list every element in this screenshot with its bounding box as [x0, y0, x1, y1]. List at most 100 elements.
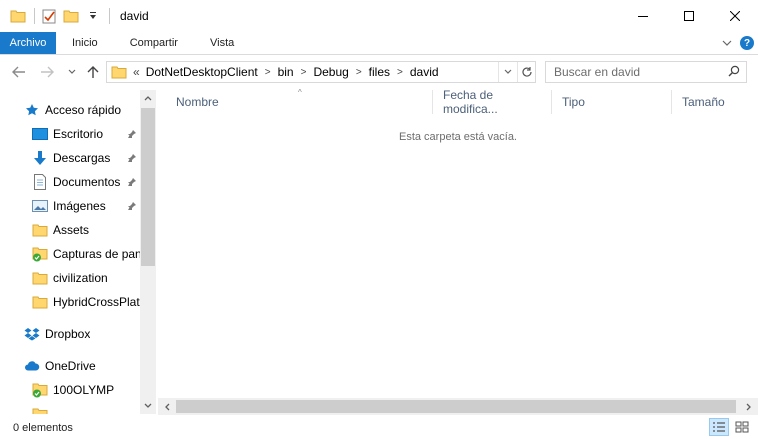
quick-access-toolbar: david — [0, 0, 149, 32]
synced-folder-icon — [32, 246, 48, 262]
nav-item-quick-access[interactable]: Acceso rápido — [0, 98, 140, 122]
scroll-right-icon[interactable] — [740, 398, 758, 415]
nav-item-label: HybridCrossPlat — [53, 295, 140, 309]
breadcrumb-item[interactable]: files — [369, 65, 390, 79]
close-button[interactable] — [712, 0, 758, 32]
close-icon — [730, 11, 740, 21]
dropbox-icon — [24, 326, 40, 342]
breadcrumb-overflow[interactable]: « — [133, 65, 140, 79]
folder-icon — [32, 270, 48, 286]
address-row: « DotNetDesktopClient > bin > Debug > fi… — [0, 56, 758, 88]
tab-inicio[interactable]: Inicio — [56, 32, 114, 54]
tab-archivo[interactable]: Archivo — [0, 32, 56, 54]
column-header-fecha[interactable]: Fecha de modifica... — [433, 88, 552, 116]
nav-item-label: Imágenes — [53, 199, 106, 213]
refresh-button[interactable] — [517, 62, 535, 82]
breadcrumb-item[interactable]: david — [410, 65, 439, 79]
column-header-tamano[interactable]: Tamaño — [672, 90, 752, 114]
nav-item-hybridcrossplat[interactable]: HybridCrossPlat — [0, 290, 140, 314]
forward-button[interactable] — [36, 61, 58, 83]
nav-item-label: OneDrive — [45, 359, 96, 373]
scroll-left-icon[interactable] — [158, 398, 176, 415]
maximize-icon — [684, 11, 694, 21]
search-box[interactable]: Buscar en david — [545, 61, 747, 83]
up-button[interactable] — [82, 61, 104, 83]
scroll-down-icon[interactable] — [140, 398, 156, 414]
title-bar: david — [0, 0, 758, 32]
chevron-right-icon[interactable]: > — [356, 67, 362, 78]
details-view-icon — [713, 422, 725, 432]
item-count: 0 elementos — [13, 421, 73, 434]
column-header-nombre[interactable]: Nombre — [166, 90, 433, 114]
tab-vista[interactable]: Vista — [194, 32, 250, 54]
status-bar: 0 elementos — [0, 416, 758, 439]
minimize-icon — [638, 16, 648, 17]
properties-icon[interactable] — [39, 6, 59, 26]
nav-item-label: Escritorio — [53, 127, 104, 141]
back-arrow-icon — [12, 66, 25, 78]
nav-item-label: Assets — [53, 223, 90, 237]
nav-item-capturas[interactable]: Capturas de pan — [0, 242, 140, 266]
search-icon[interactable] — [728, 65, 740, 80]
folder-icon — [32, 406, 48, 414]
folder-icon — [111, 65, 127, 79]
desktop-icon — [32, 126, 48, 142]
help-icon[interactable]: ? — [740, 36, 754, 50]
expand-ribbon-icon[interactable] — [722, 36, 732, 50]
pin-icon[interactable] — [127, 152, 137, 166]
details-view-button[interactable] — [709, 418, 729, 436]
ribbon-tabs: Archivo Inicio Compartir Vista ? — [0, 32, 758, 55]
cloud-icon — [24, 358, 40, 374]
nav-item-civilization[interactable]: civilization — [0, 266, 140, 290]
address-bar[interactable]: « DotNetDesktopClient > bin > Debug > fi… — [106, 61, 536, 83]
large-icons-view-icon — [735, 421, 749, 433]
pin-icon[interactable] — [127, 128, 137, 142]
breadcrumb-item[interactable]: DotNetDesktopClient — [146, 65, 258, 79]
nav-item-assets[interactable]: Assets — [0, 218, 140, 242]
nav-item-descargas[interactable]: Descargas — [0, 146, 140, 170]
pin-icon[interactable] — [127, 200, 137, 214]
scroll-up-icon[interactable] — [140, 90, 156, 106]
large-icons-view-button[interactable] — [732, 418, 752, 436]
tab-compartir[interactable]: Compartir — [114, 32, 194, 54]
nav-item-onedrive[interactable]: OneDrive — [0, 354, 140, 378]
refresh-icon — [521, 67, 532, 77]
nav-item-dropbox[interactable]: Dropbox — [0, 322, 140, 346]
nav-item-label: 100OLYMP — [53, 383, 115, 397]
back-button[interactable] — [8, 61, 30, 83]
minimize-button[interactable] — [620, 0, 666, 32]
nav-item-partial-folder[interactable] — [0, 402, 140, 414]
scrollbar-thumb[interactable] — [141, 108, 155, 266]
column-header-tipo[interactable]: Tipo — [552, 90, 672, 114]
nav-item-label: Documentos — [53, 175, 121, 189]
breadcrumb-item[interactable]: bin — [278, 65, 294, 79]
horizontal-scrollbar[interactable] — [158, 398, 758, 415]
scrollbar-thumb[interactable] — [176, 400, 736, 413]
file-list[interactable]: ^ Nombre Fecha de modifica... Tipo Tamañ… — [158, 88, 758, 415]
maximize-button[interactable] — [666, 0, 712, 32]
pin-icon[interactable] — [127, 176, 137, 190]
address-dropdown-button[interactable] — [499, 62, 517, 82]
window-controls — [620, 0, 758, 32]
synced-folder-icon — [32, 382, 48, 398]
nav-scrollbar[interactable] — [140, 90, 156, 414]
nav-item-100olymp[interactable]: 100OLYMP — [0, 378, 140, 402]
folder-icon — [32, 222, 48, 238]
chevron-right-icon[interactable]: > — [301, 67, 307, 78]
customize-toolbar-dropdown-icon[interactable] — [83, 6, 103, 26]
search-input[interactable]: Buscar en david — [554, 65, 640, 79]
download-icon — [32, 150, 48, 166]
chevron-right-icon[interactable]: > — [397, 67, 403, 78]
chevron-right-icon[interactable]: > — [265, 67, 271, 78]
nav-item-label: Acceso rápido — [45, 103, 122, 117]
nav-item-label: Dropbox — [45, 327, 91, 341]
breadcrumb-item[interactable]: Debug — [313, 65, 348, 79]
recent-locations-button[interactable] — [61, 61, 83, 83]
new-folder-icon[interactable] — [61, 6, 81, 26]
star-icon — [24, 102, 40, 118]
window-title: david — [120, 9, 149, 23]
nav-item-label: civilization — [53, 271, 108, 285]
nav-item-escritorio[interactable]: Escritorio — [0, 122, 140, 146]
nav-item-imagenes[interactable]: Imágenes — [0, 194, 140, 218]
nav-item-documentos[interactable]: Documentos — [0, 170, 140, 194]
